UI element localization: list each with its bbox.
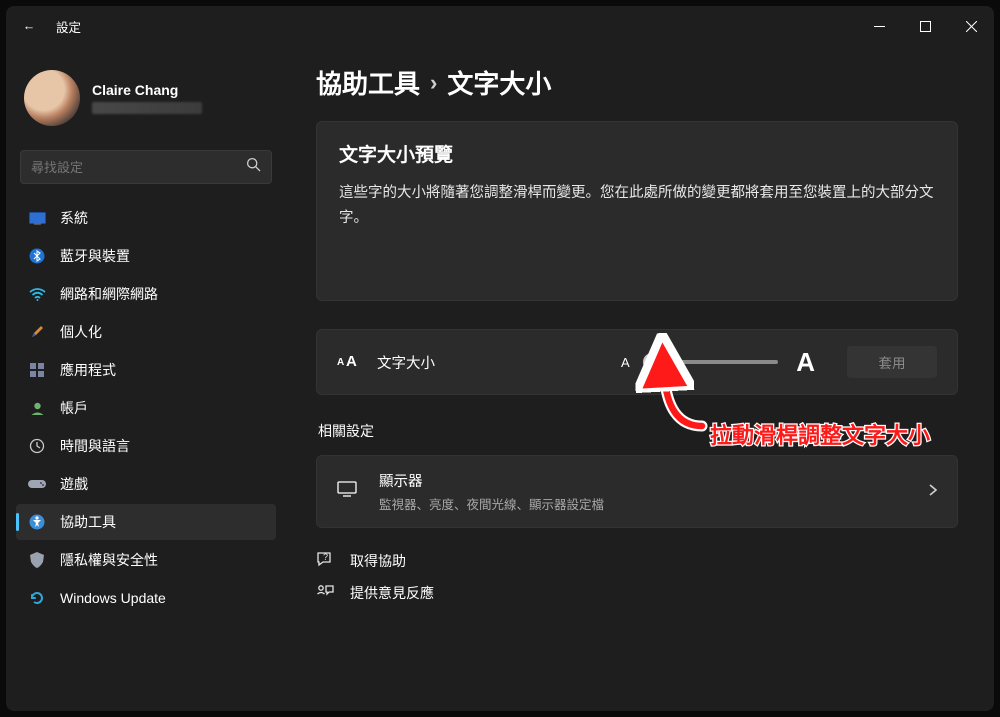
preview-title: 文字大小預覽: [339, 140, 935, 167]
wifi-icon: [28, 285, 46, 303]
sidebar-item-label: 隱私權與安全性: [60, 550, 158, 570]
related-display-card[interactable]: 顯示器 監視器、亮度、夜間光線、顯示器設定檔: [316, 455, 958, 528]
sidebar-item-personalization[interactable]: 個人化: [16, 314, 276, 350]
get-help-link[interactable]: ? 取得協助: [316, 550, 958, 571]
sidebar-item-label: 帳戶: [60, 398, 88, 418]
sidebar-item-label: 網路和網際網路: [60, 284, 158, 304]
slider-min-label: A: [621, 355, 630, 370]
preview-description: 這些字的大小將隨著您調整滑桿而變更。您在此處所做的變更都將套用至您裝置上的大部分…: [339, 181, 935, 230]
sidebar-item-label: 系統: [60, 208, 88, 228]
help-icon: ?: [316, 550, 336, 571]
apps-icon: [28, 361, 46, 379]
chevron-right-icon: [929, 483, 937, 501]
sidebar-item-label: 協助工具: [60, 512, 116, 532]
sidebar-item-apps[interactable]: 應用程式: [16, 352, 276, 388]
clock-icon: [28, 437, 46, 455]
system-icon: [28, 209, 46, 227]
feedback-link[interactable]: 提供意見反應: [316, 583, 958, 603]
sidebar-item-bluetooth[interactable]: 藍牙與裝置: [16, 238, 276, 274]
sidebar-item-label: Windows Update: [60, 590, 166, 606]
update-icon: [28, 589, 46, 607]
feedback-icon: [316, 584, 336, 603]
paintbrush-icon: [28, 323, 46, 341]
sidebar-item-windowsupdate[interactable]: Windows Update: [16, 580, 276, 616]
search-input[interactable]: [31, 160, 246, 175]
sidebar-item-label: 個人化: [60, 322, 102, 342]
minimize-button[interactable]: [856, 6, 902, 46]
text-size-slider-card: AA 文字大小 A A 套用: [316, 329, 958, 395]
display-icon: [337, 481, 359, 502]
sidebar-item-label: 時間與語言: [60, 436, 130, 456]
breadcrumb: 協助工具 › 文字大小: [316, 64, 958, 101]
breadcrumb-part1[interactable]: 協助工具: [316, 64, 420, 101]
related-subtitle: 監視器、亮度、夜間光線、顯示器設定檔: [379, 494, 604, 513]
shield-icon: [28, 551, 46, 569]
get-help-label: 取得協助: [350, 551, 406, 571]
sidebar-item-accounts[interactable]: 帳戶: [16, 390, 276, 426]
sidebar-item-label: 藍牙與裝置: [60, 246, 130, 266]
sidebar-item-privacy[interactable]: 隱私權與安全性: [16, 542, 276, 578]
sidebar-item-timelang[interactable]: 時間與語言: [16, 428, 276, 464]
sidebar-item-label: 應用程式: [60, 360, 116, 380]
related-section-title: 相關設定: [318, 421, 958, 441]
window-title: 設定: [56, 17, 81, 36]
slider-max-label: A: [796, 347, 815, 378]
gaming-icon: [28, 475, 46, 493]
maximize-button[interactable]: [902, 6, 948, 46]
search-box[interactable]: [20, 150, 272, 184]
accessibility-icon: [28, 513, 46, 531]
slider-thumb[interactable]: [643, 353, 661, 371]
sidebar-item-network[interactable]: 網路和網際網路: [16, 276, 276, 312]
back-button[interactable]: ←: [20, 19, 38, 33]
profile-block[interactable]: Claire Chang: [16, 58, 276, 142]
chevron-right-icon: ›: [430, 70, 437, 96]
related-title: 顯示器: [379, 470, 604, 491]
apply-button[interactable]: 套用: [847, 346, 937, 378]
bluetooth-icon: [28, 247, 46, 265]
search-icon: [246, 157, 261, 177]
text-size-slider[interactable]: [648, 360, 779, 364]
profile-email-redacted: [92, 102, 202, 114]
textsize-icon: AA: [337, 352, 359, 373]
svg-text:A: A: [337, 357, 344, 368]
svg-text:?: ?: [323, 552, 328, 562]
sidebar-item-label: 遊戲: [60, 474, 88, 494]
breadcrumb-part2: 文字大小: [447, 64, 551, 101]
sidebar-item-system[interactable]: 系統: [16, 200, 276, 236]
avatar: [24, 70, 80, 126]
text-size-preview-card: 文字大小預覽 這些字的大小將隨著您調整滑桿而變更。您在此處所做的變更都將套用至您…: [316, 121, 958, 301]
svg-text:A: A: [346, 353, 357, 368]
feedback-label: 提供意見反應: [350, 583, 434, 603]
accounts-icon: [28, 399, 46, 417]
sidebar-item-gaming[interactable]: 遊戲: [16, 466, 276, 502]
slider-label: 文字大小: [377, 352, 435, 373]
sidebar-item-accessibility[interactable]: 協助工具: [16, 504, 276, 540]
close-button[interactable]: [948, 6, 994, 46]
profile-name: Claire Chang: [92, 82, 202, 98]
